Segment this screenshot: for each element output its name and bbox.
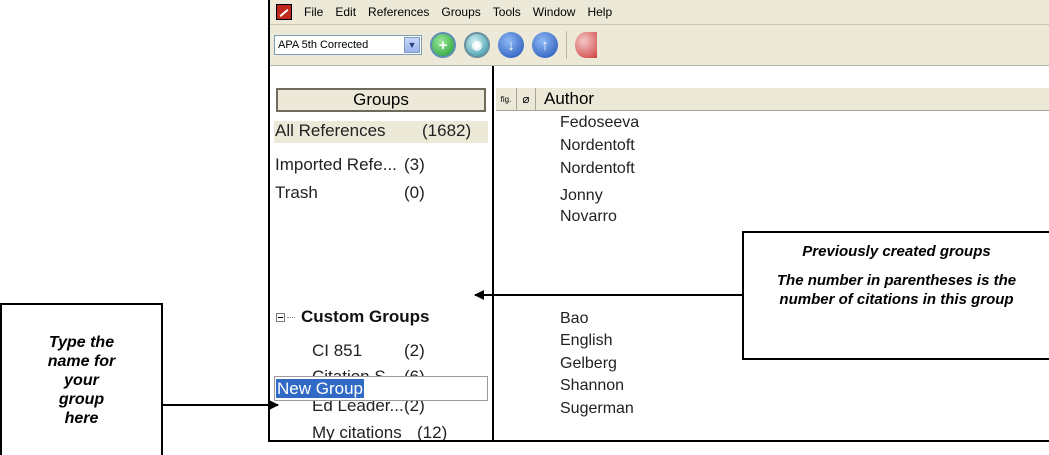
- group-name: All References: [275, 121, 386, 140]
- toolbar-separator: [566, 31, 567, 59]
- figure-column-header[interactable]: fig.: [496, 88, 517, 110]
- author-cell[interactable]: Gelberg: [560, 355, 617, 373]
- author-cell[interactable]: English: [560, 332, 612, 350]
- author-cell[interactable]: Bao: [560, 310, 588, 328]
- custom-groups-header[interactable]: Custom Groups: [276, 307, 429, 327]
- menu-bar: File Edit References Groups Tools Window…: [270, 0, 1049, 25]
- left-callout-line: here: [64, 409, 99, 427]
- menu-window[interactable]: Window: [527, 5, 582, 19]
- custom-groups-label: Custom Groups: [301, 307, 430, 326]
- group-count: (3): [404, 155, 425, 174]
- menu-help[interactable]: Help: [581, 5, 618, 19]
- groups-header[interactable]: Groups: [276, 88, 486, 112]
- right-callout-title: Previously created groups: [802, 243, 991, 260]
- group-count: (2): [404, 341, 425, 360]
- menu-references[interactable]: References: [362, 5, 435, 19]
- upload-icon[interactable]: ↑: [532, 32, 558, 58]
- figure-icon: fig.: [500, 94, 512, 104]
- output-style-value: APA 5th Corrected: [278, 39, 369, 51]
- right-callout: Previously created groups The number in …: [742, 231, 1049, 360]
- output-style-select[interactable]: APA 5th Corrected ▼: [274, 35, 422, 55]
- group-trash[interactable]: Trash (0): [275, 183, 425, 203]
- author-cell[interactable]: Shannon: [560, 377, 624, 395]
- author-cell[interactable]: Novarro: [560, 208, 617, 226]
- left-callout-line: group: [58, 390, 105, 408]
- menu-tools[interactable]: Tools: [487, 5, 527, 19]
- group-count: (12): [417, 423, 448, 442]
- references-header: fig. ⌀ Author: [496, 88, 1049, 111]
- chevron-down-icon[interactable]: ▼: [404, 37, 420, 53]
- group-name: My citations: [312, 423, 402, 442]
- toolbar: APA 5th Corrected ▼ + ◉ ↓ ↑: [270, 25, 1049, 66]
- group-count: (1682): [422, 121, 472, 140]
- left-callout-line: your: [64, 371, 99, 389]
- paperclip-icon[interactable]: ⌀: [517, 88, 536, 110]
- author-cell[interactable]: Sugerman: [560, 400, 634, 418]
- group-name: CI 851: [312, 341, 363, 360]
- author-cell[interactable]: Fedoseeva: [560, 114, 639, 132]
- right-callout-body: The number in parentheses is the number …: [776, 272, 1017, 308]
- author-cell[interactable]: Nordentoft: [560, 137, 635, 155]
- group-name: Imported Refe...: [275, 155, 397, 174]
- app-logo-icon[interactable]: [276, 4, 292, 20]
- endnote-window: File Edit References Groups Tools Window…: [268, 0, 1049, 442]
- add-reference-icon[interactable]: +: [430, 32, 456, 58]
- author-cell[interactable]: Jonny: [560, 187, 603, 205]
- menu-file[interactable]: File: [298, 5, 329, 19]
- menu-edit[interactable]: Edit: [329, 5, 362, 19]
- left-callout-line: Type the: [48, 333, 115, 351]
- new-group-input[interactable]: New Group: [274, 376, 488, 401]
- tree-connector: [287, 316, 295, 318]
- left-callout-line: name for: [47, 352, 116, 370]
- left-callout: Type the name for your group here: [0, 303, 163, 455]
- group-imported-references[interactable]: Imported Refe... (3): [275, 155, 425, 175]
- group-ci-851[interactable]: CI 851 (2): [312, 341, 425, 361]
- online-search-icon[interactable]: ◉: [464, 32, 490, 58]
- download-icon[interactable]: ↓: [498, 32, 524, 58]
- menu-groups[interactable]: Groups: [435, 5, 486, 19]
- author-column-header[interactable]: Author: [536, 89, 594, 109]
- group-count: (0): [404, 183, 425, 202]
- group-my-citations[interactable]: My citations (12): [312, 423, 448, 442]
- new-group-text: New Group: [276, 379, 364, 398]
- author-cell[interactable]: Nordentoft: [560, 160, 635, 178]
- group-name: Trash: [275, 183, 318, 202]
- group-all-references[interactable]: All References (1682): [274, 121, 488, 143]
- collapse-icon[interactable]: [276, 312, 285, 322]
- sync-icon[interactable]: [575, 32, 597, 58]
